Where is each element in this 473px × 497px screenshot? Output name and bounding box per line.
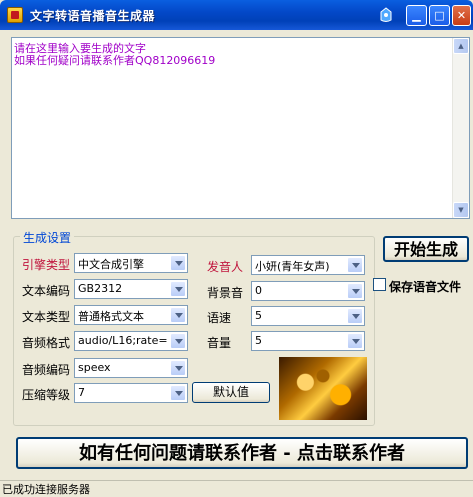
chevron-down-icon[interactable] <box>347 257 363 273</box>
audio-format-label: 音频格式 <box>22 336 71 350</box>
scroll-up-icon[interactable]: ▲ <box>453 38 469 54</box>
engine-label: 引擎类型 <box>22 258 71 272</box>
text-line-2: 如果任何疑问请联系作者QQ812096619 <box>14 54 216 67</box>
volume-label: 音量 <box>207 336 232 350</box>
chevron-down-icon[interactable] <box>170 385 186 401</box>
text-encoding-label: 文本编码 <box>22 284 71 298</box>
chevron-down-icon[interactable] <box>170 255 186 271</box>
text-type-label: 文本类型 <box>22 310 71 324</box>
bg-sound-select[interactable]: 0 <box>251 281 365 301</box>
minimize-icon: ▁ <box>412 9 421 22</box>
speaker-select[interactable]: 小妍(青年女声) <box>251 255 365 275</box>
chevron-down-icon[interactable] <box>170 281 186 297</box>
status-text: 已成功连接服务器 <box>2 483 90 496</box>
dragon-image <box>279 357 367 420</box>
save-voice-checkbox[interactable] <box>373 278 386 291</box>
compression-value: 7 <box>78 386 85 399</box>
bg-sound-value: 0 <box>255 284 262 297</box>
vertical-scrollbar[interactable]: ▲ ▼ <box>452 38 469 218</box>
chevron-down-icon[interactable] <box>170 307 186 323</box>
minimize-button[interactable]: ▁ <box>406 5 427 26</box>
chevron-down-icon[interactable] <box>347 333 363 349</box>
text-type-value: 普通格式文本 <box>78 310 144 323</box>
chevron-down-icon[interactable] <box>347 283 363 299</box>
audio-encoding-value: speex <box>78 361 111 374</box>
text-type-select[interactable]: 普通格式文本 <box>74 305 188 325</box>
audio-format-value: audio/L16;rate= <box>78 334 168 347</box>
text-encoding-select[interactable]: GB2312 <box>74 279 188 299</box>
chevron-down-icon[interactable] <box>170 360 186 376</box>
engine-value: 中文合成引擎 <box>78 258 144 271</box>
audio-encoding-select[interactable]: speex <box>74 358 188 378</box>
help-icon[interactable] <box>377 6 395 24</box>
settings-group-title: 生成设置 <box>20 229 75 246</box>
default-values-button[interactable]: 默认值 <box>192 382 270 403</box>
text-input-area[interactable]: 请在这里输入要生成的文字 如果任何疑问请联系作者QQ812096619 ▲ ▼ <box>11 37 470 219</box>
compression-select[interactable]: 7 <box>74 383 188 403</box>
volume-value: 5 <box>255 334 262 347</box>
maximize-button[interactable]: □ <box>429 5 450 26</box>
chevron-down-icon[interactable] <box>347 308 363 324</box>
chevron-down-icon[interactable] <box>170 333 186 349</box>
close-button[interactable]: ✕ <box>452 5 471 26</box>
audio-encoding-label: 音频编码 <box>22 363 71 377</box>
title-bar[interactable]: 文字转语音播音生成器 ▁ □ ✕ <box>0 0 473 30</box>
status-bar: 已成功连接服务器 <box>0 480 473 496</box>
compression-label: 压缩等级 <box>22 388 71 402</box>
start-generate-button[interactable]: 开始生成 <box>383 236 469 262</box>
speaker-label: 发音人 <box>207 260 244 274</box>
bg-sound-label: 背景音 <box>207 286 244 300</box>
save-voice-label: 保存语音文件 <box>389 280 462 294</box>
speaker-value: 小妍(青年女声) <box>255 260 330 273</box>
speed-select[interactable]: 5 <box>251 306 365 326</box>
audio-format-select[interactable]: audio/L16;rate= <box>74 331 188 351</box>
app-icon <box>7 7 23 23</box>
speed-label: 语速 <box>207 311 232 325</box>
maximize-icon: □ <box>434 9 445 22</box>
text-encoding-value: GB2312 <box>78 282 123 295</box>
close-icon: ✕ <box>456 9 467 22</box>
window-title: 文字转语音播音生成器 <box>30 9 156 23</box>
contact-author-button[interactable]: 如有任何问题请联系作者 - 点击联系作者 <box>16 437 468 469</box>
scroll-down-icon[interactable]: ▼ <box>453 202 469 218</box>
speed-value: 5 <box>255 309 262 322</box>
volume-select[interactable]: 5 <box>251 331 365 351</box>
engine-select[interactable]: 中文合成引擎 <box>74 253 188 273</box>
